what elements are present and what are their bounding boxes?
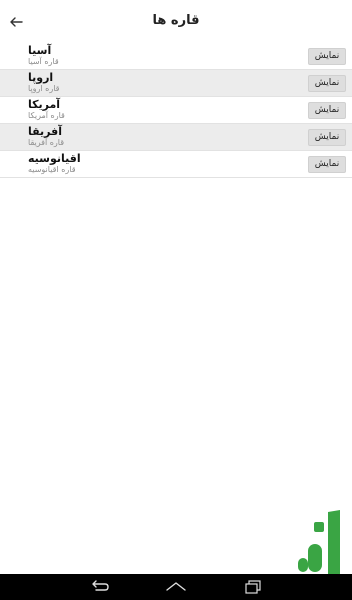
show-button[interactable]: نمایش (308, 102, 346, 119)
continent-name: آفریقا (28, 125, 62, 138)
item-text: آفریقا قاره آفریقا (28, 126, 218, 148)
list-item[interactable]: آفریقا قاره آفریقا نمایش (0, 124, 352, 151)
list-item[interactable]: آمریکا قاره آمریکا نمایش (0, 97, 352, 124)
show-button[interactable]: نمایش (308, 48, 346, 65)
continent-name: اقیانوسیه (28, 152, 81, 165)
system-nav-bar (0, 574, 352, 600)
list-item[interactable]: اروپا قاره اروپا نمایش (0, 70, 352, 97)
back-icon[interactable] (88, 578, 112, 596)
list-item[interactable]: آسیا قاره آسیا نمایش (0, 43, 352, 70)
continent-subtitle: قاره آمریکا (28, 111, 65, 120)
show-button[interactable]: نمایش (308, 156, 346, 173)
home-icon[interactable] (164, 578, 188, 596)
continent-subtitle: قاره آفریقا (28, 138, 65, 147)
continent-subtitle: قاره آسیا (28, 57, 59, 66)
list-item[interactable]: اقیانوسیه قاره اقیانوسیه نمایش (0, 151, 352, 178)
continent-list: آسیا قاره آسیا نمایش اروپا قاره اروپا نم… (0, 43, 352, 178)
show-button[interactable]: نمایش (308, 129, 346, 146)
continent-subtitle: قاره اروپا (28, 84, 60, 93)
recents-icon[interactable] (240, 578, 264, 596)
app-bar: قاره ها (0, 0, 352, 45)
continent-name: آمریکا (28, 98, 61, 111)
show-button[interactable]: نمایش (308, 75, 346, 92)
continent-name: آسیا (28, 44, 52, 57)
continent-name: اروپا (28, 71, 54, 84)
page-title: قاره ها (152, 13, 200, 28)
item-text: آمریکا قاره آمریکا (28, 99, 218, 121)
item-text: اقیانوسیه قاره اقیانوسیه (28, 153, 218, 175)
continent-subtitle: قاره اقیانوسیه (28, 165, 76, 174)
item-text: اروپا قاره اروپا (28, 72, 218, 94)
item-text: آسیا قاره آسیا (28, 45, 218, 67)
